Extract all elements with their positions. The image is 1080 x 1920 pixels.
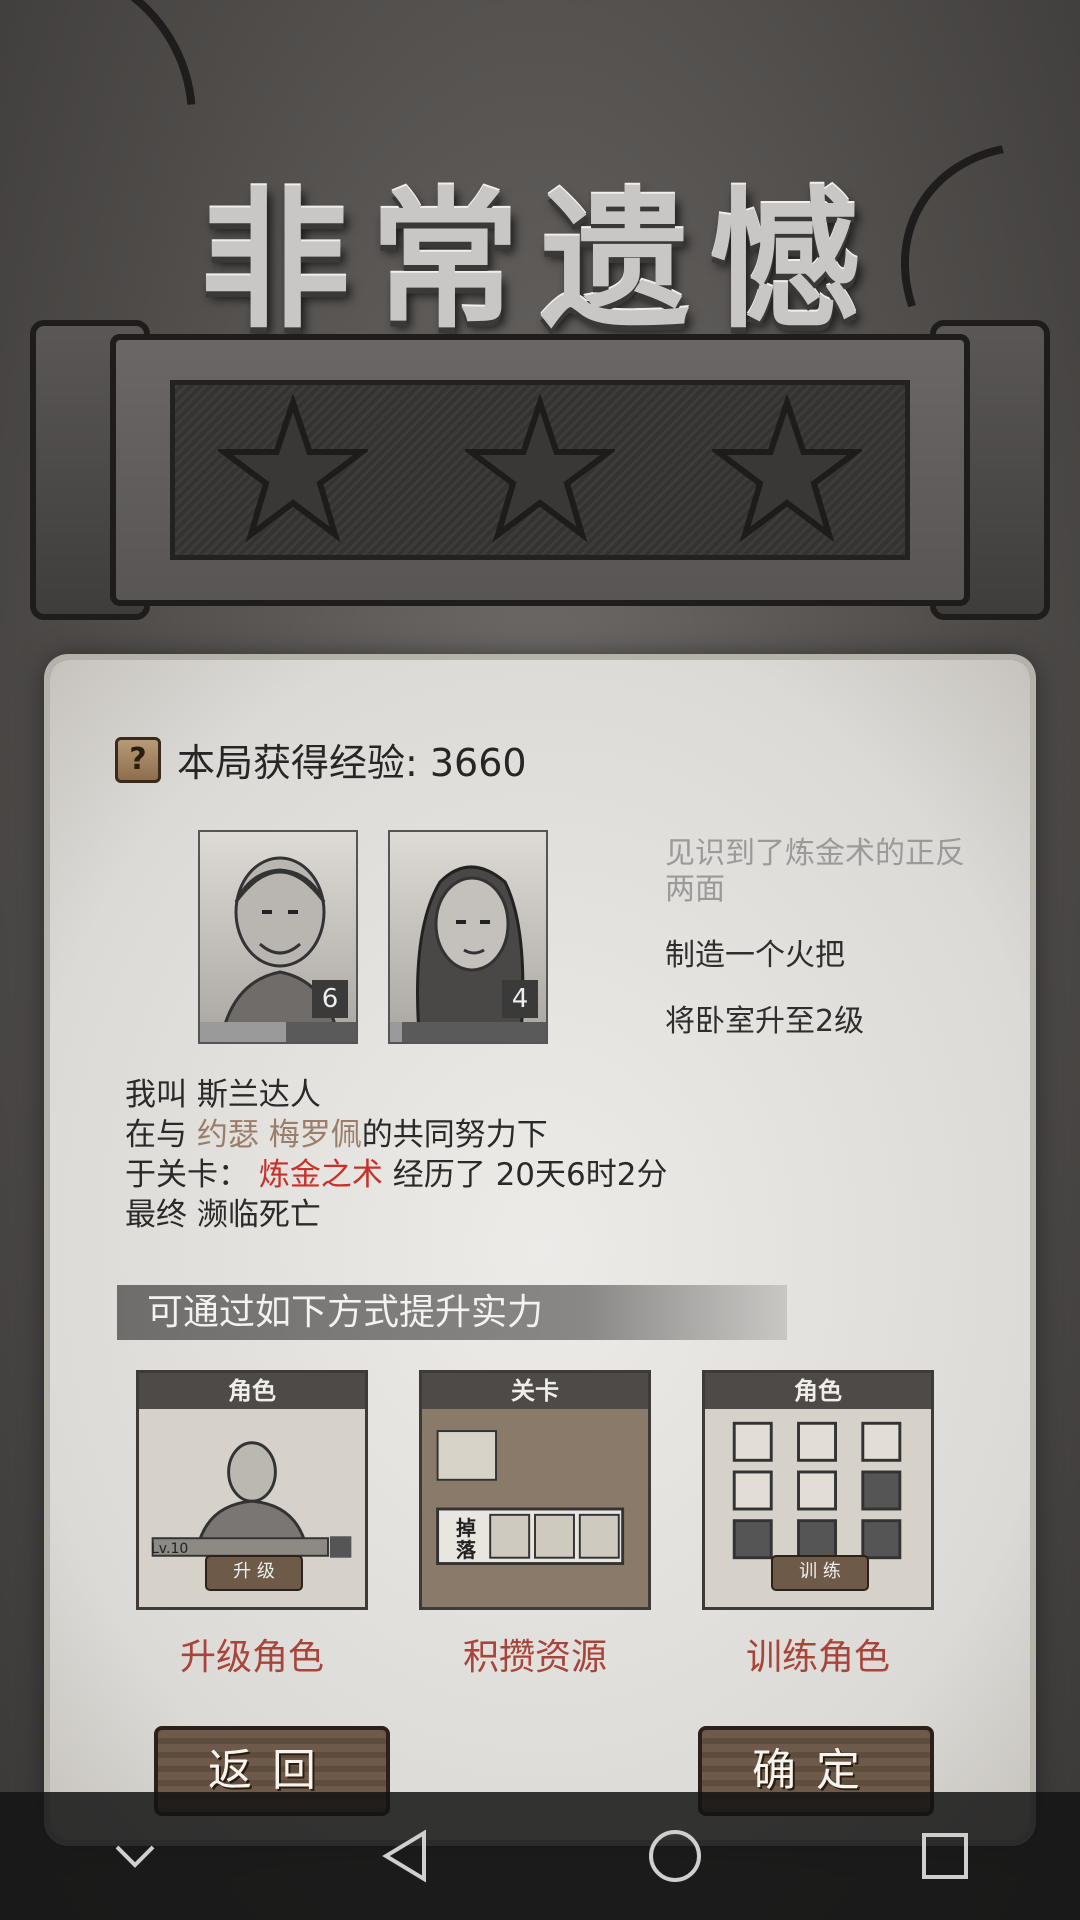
upgrade-character-card[interactable]: 角色 Lv.10 升 级 升级角色: [136, 1370, 368, 1680]
ally-names: 约瑟 梅罗佩: [196, 1117, 362, 1153]
gather-resources-card[interactable]: 关卡 掉落 积攒资源: [419, 1370, 651, 1680]
nav-back-button[interactable]: [365, 1816, 445, 1896]
xp-label: 本局获得经验: 3660: [177, 741, 527, 785]
improve-banner: 可通过如下方式提升实力: [117, 1285, 787, 1340]
character-xp-fill: [200, 1022, 286, 1042]
player-name: 斯兰达人: [196, 1077, 321, 1113]
character-xp-bar: [200, 1022, 356, 1042]
card-thumbnail: 关卡 掉落: [419, 1370, 651, 1610]
star-plaque: [30, 320, 1050, 620]
story-line: 我叫 斯兰达人: [125, 1075, 667, 1115]
card-caption: 训练角色: [745, 1637, 890, 1678]
card-caption: 积攒资源: [462, 1637, 607, 1678]
task-item: 见识到了炼金术的正反两面: [665, 836, 965, 907]
card-header: 关卡: [422, 1373, 648, 1409]
story-line: 于关卡： 炼金之术 经历了 20天6时2分: [125, 1155, 667, 1195]
story-line: 最终 濒临死亡: [125, 1197, 321, 1233]
card-thumbnail: 角色 训 练: [702, 1370, 934, 1610]
result-panel: ? 本局获得经验: 3660 6 4 见识到了炼金术的正反两面 制造一个火把 将…: [50, 660, 1030, 1840]
character-portrait[interactable]: 4: [388, 830, 548, 1044]
empty-star-icon: [218, 395, 369, 543]
story-text: 我叫: [125, 1077, 197, 1113]
drop-label: 掉落: [456, 1516, 476, 1562]
character-xp-fill: [390, 1022, 403, 1042]
card-upgrade-mini-button: 升 级: [205, 1555, 303, 1591]
story-line: 在与 约瑟 梅罗佩的共同努力下: [125, 1115, 667, 1155]
character-level: 4: [502, 980, 538, 1018]
task-item: 将卧室升至2级: [665, 1004, 865, 1039]
help-button[interactable]: ?: [115, 736, 161, 783]
nav-recents-button[interactable]: [905, 1816, 985, 1896]
card-level-label: Lv.10: [151, 1541, 189, 1557]
resource-drop-illustration-icon: [436, 1430, 625, 1566]
hide-navbar-button[interactable]: [95, 1816, 175, 1896]
card-caption: 升级角色: [179, 1637, 324, 1678]
empty-star-icon: [711, 395, 862, 543]
system-navigation-bar: [0, 1792, 1080, 1920]
character-portrait[interactable]: 6: [198, 830, 358, 1044]
story-text: 在与: [125, 1117, 197, 1153]
nav-home-button[interactable]: [635, 1816, 715, 1896]
chevron-down-icon: [115, 1845, 155, 1868]
card-header: 角色: [705, 1373, 931, 1409]
empty-star-icon: [464, 395, 615, 543]
character-level: 6: [312, 980, 348, 1018]
recents-square-icon: [922, 1833, 968, 1879]
home-circle-icon: [649, 1830, 701, 1882]
task-item: 制造一个火把: [665, 938, 845, 973]
back-triangle-icon: [382, 1829, 426, 1883]
character-xp-bar: [390, 1022, 546, 1042]
story-summary: 我叫 斯兰达人 在与 约瑟 梅罗佩的共同努力下 于关卡： 炼金之术 经历了 20…: [125, 1075, 667, 1235]
train-character-card[interactable]: 角色 训 练 训练角色: [702, 1370, 934, 1680]
story-text: 的共同努力下: [361, 1117, 548, 1153]
card-train-mini-button: 训 练: [771, 1555, 869, 1591]
level-name: 炼金之术: [258, 1157, 383, 1193]
xp-summary: ? 本局获得经验: 3660: [115, 732, 527, 787]
task-list: 见识到了炼金术的正反两面 制造一个火把 将卧室升至2级: [665, 836, 975, 1070]
story-text: 于关卡：: [125, 1157, 259, 1193]
story-text: 经历了 20天6时2分: [382, 1157, 668, 1193]
card-header: 角色: [139, 1373, 365, 1409]
card-thumbnail: 角色 Lv.10 升 级: [136, 1370, 368, 1610]
star-rating: [170, 380, 910, 560]
